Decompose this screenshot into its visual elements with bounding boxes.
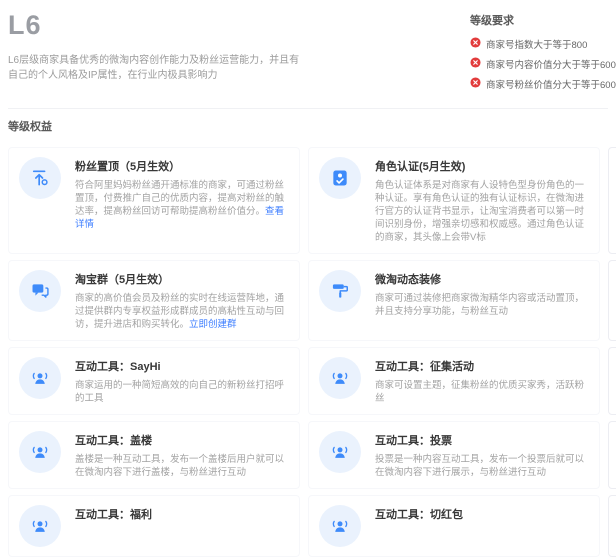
- top-section: L6 L6层级商家具备优秀的微淘内容创作能力及粉丝运营能力，并且有自己的个人风格…: [8, 8, 608, 97]
- requirement-text: 商家号内容价值分大于等于600: [486, 57, 616, 71]
- red-x-icon: [470, 37, 481, 51]
- benefit-desc-text: 商家的高价值会员及粉丝的实时在线运营阵地，通过提供群内专享权益形成群成员的高粘性…: [75, 293, 284, 330]
- benefit-desc-text: 符合阿里妈妈粉丝通开通标准的商家，可通过粉丝置顶，付费推广自己的优质内容，提高对…: [75, 180, 284, 217]
- benefit-title: 互动工具：SayHi: [75, 358, 289, 374]
- requirement-text: 商家号粉丝价值分大于等于600: [486, 77, 616, 91]
- benefit-title: 淘宝群（5月生效）: [75, 271, 289, 287]
- paint-roller-icon: [319, 270, 361, 312]
- benefit-desc: 商家的高价值会员及粉丝的实时在线运营阵地，通过提供群内专享权益形成群成员的高粘性…: [75, 292, 289, 331]
- benefit-desc: 商家运用的一种简短高效的向自己的新粉丝打招呼的工具: [75, 379, 289, 405]
- benefit-card-sayhi: 互动工具：SayHi 商家运用的一种简短高效的向自己的新粉丝打招呼的工具: [8, 347, 300, 415]
- benefits-row: 互动工具：福利 互动工具：切红包: [8, 495, 608, 557]
- benefit-card-weitao-decorate: 微淘动态装修 商家可通过装修把商家微淘精华内容或活动置顶，并且支持分享功能，与粉…: [308, 260, 600, 341]
- benefits-row: 粉丝置顶（5月生效） 符合阿里妈妈粉丝通开通标准的商家，可通过粉丝置顶，付费推广…: [8, 147, 608, 254]
- benefit-card-pin-top: 粉丝置顶（5月生效） 符合阿里妈妈粉丝通开通标准的商家，可通过粉丝置顶，付费推广…: [8, 147, 300, 254]
- benefit-title: 角色认证(5月生效): [375, 158, 589, 174]
- person-broadcast-icon: [19, 357, 61, 399]
- red-x-icon: [470, 77, 481, 91]
- benefit-card-fuli: 互动工具：福利: [8, 495, 300, 557]
- benefit-card-cutoff: [608, 347, 616, 415]
- level-description: L6层级商家具备优秀的微淘内容创作能力及粉丝运营能力，并且有自己的个人风格及IP…: [8, 53, 306, 83]
- benefit-title: 互动工具：投票: [375, 432, 589, 448]
- benefit-title: 互动工具：切红包: [375, 506, 589, 522]
- benefits-section: 等级权益 粉丝置顶（5月生效） 符合阿里妈妈粉丝通开通标准的商家，可通过粉丝置顶…: [8, 108, 608, 557]
- benefit-card-cutoff: [608, 495, 616, 557]
- requirement-text: 商家号指数大于等于800: [486, 37, 587, 51]
- benefit-card-gailou: 互动工具：盖楼 盖楼是一种互动工具，发布一个盖楼后用户就可以在微淘内容下进行盖楼…: [8, 421, 300, 489]
- benefit-card-cutoff: [608, 421, 616, 489]
- benefit-card-role-cert: 角色认证(5月生效) 角色认证体系是对商家有人设特色型身份角色的一种认证。享有角…: [308, 147, 600, 254]
- level-title: L6: [8, 10, 318, 41]
- benefit-desc: 商家可设置主题，征集粉丝的优质买家秀，活跃粉丝: [375, 379, 589, 405]
- benefits-header: 等级权益: [8, 118, 608, 134]
- benefit-card-vote: 互动工具：投票 投票是一种内容互动工具，发布一个投票后就可以在微淘内容下进行展示…: [308, 421, 600, 489]
- benefit-desc: 投票是一种内容互动工具，发布一个投票后就可以在微淘内容下进行展示，与粉丝进行互动: [375, 453, 589, 479]
- benefit-desc: 符合阿里妈妈粉丝通开通标准的商家，可通过粉丝置顶，付费推广自己的优质内容，提高对…: [75, 179, 289, 231]
- person-broadcast-icon: [319, 431, 361, 473]
- benefit-card-cutoff: [608, 147, 616, 254]
- requirement-item: 商家号内容价值分大于等于600: [470, 57, 608, 71]
- red-x-icon: [470, 57, 481, 71]
- person-broadcast-icon: [319, 357, 361, 399]
- benefits-row: 互动工具：盖楼 盖楼是一种互动工具，发布一个盖楼后用户就可以在微淘内容下进行盖楼…: [8, 421, 608, 489]
- benefit-title: 粉丝置顶（5月生效）: [75, 158, 289, 174]
- requirement-item: 商家号粉丝价值分大于等于600: [470, 77, 608, 91]
- benefit-title: 互动工具：征集活动: [375, 358, 589, 374]
- person-broadcast-icon: [19, 505, 61, 547]
- level-benefits-page: L6 L6层级商家具备优秀的微淘内容创作能力及粉丝运营能力，并且有自己的个人风格…: [0, 0, 616, 557]
- benefit-card-taobao-group: 淘宝群（5月生效） 商家的高价值会员及粉丝的实时在线运营阵地，通过提供群内专享权…: [8, 260, 300, 341]
- benefit-desc: 角色认证体系是对商家有人设特色型身份角色的一种认证。享有角色认证的独有认证标识，…: [375, 179, 589, 244]
- requirements-header: 等级要求: [470, 12, 608, 28]
- benefit-title: 互动工具：福利: [75, 506, 289, 522]
- person-broadcast-icon: [19, 431, 61, 473]
- benefits-row: 互动工具：SayHi 商家运用的一种简短高效的向自己的新粉丝打招呼的工具 互动工…: [8, 347, 608, 415]
- benefit-card-collect-activity: 互动工具：征集活动 商家可设置主题，征集粉丝的优质买家秀，活跃粉丝: [308, 347, 600, 415]
- benefit-desc: 盖楼是一种互动工具，发布一个盖楼后用户就可以在微淘内容下进行盖楼，与粉丝进行互动: [75, 453, 289, 479]
- benefit-title: 微淘动态装修: [375, 271, 589, 287]
- pin-top-icon: [19, 157, 61, 199]
- chat-group-icon: [19, 270, 61, 312]
- benefit-card-red-packet: 互动工具：切红包: [308, 495, 600, 557]
- benefits-row: 淘宝群（5月生效） 商家的高价值会员及粉丝的实时在线运营阵地，通过提供群内专享权…: [8, 260, 608, 341]
- level-requirements: 等级要求 商家号指数大于等于800 商家号内容价值分大于等于600 商家号粉丝价…: [470, 12, 608, 97]
- benefit-desc: 商家可通过装修把商家微淘精华内容或活动置顶，并且支持分享功能，与粉丝互动: [375, 292, 589, 318]
- benefit-card-cutoff: [608, 260, 616, 341]
- benefit-title: 互动工具：盖楼: [75, 432, 289, 448]
- badge-check-icon: [319, 157, 361, 199]
- person-broadcast-icon: [319, 505, 361, 547]
- level-intro: L6 L6层级商家具备优秀的微淘内容创作能力及粉丝运营能力，并且有自己的个人风格…: [8, 8, 318, 83]
- requirement-item: 商家号指数大于等于800: [470, 37, 608, 51]
- create-group-link[interactable]: 立即创建群: [189, 319, 237, 330]
